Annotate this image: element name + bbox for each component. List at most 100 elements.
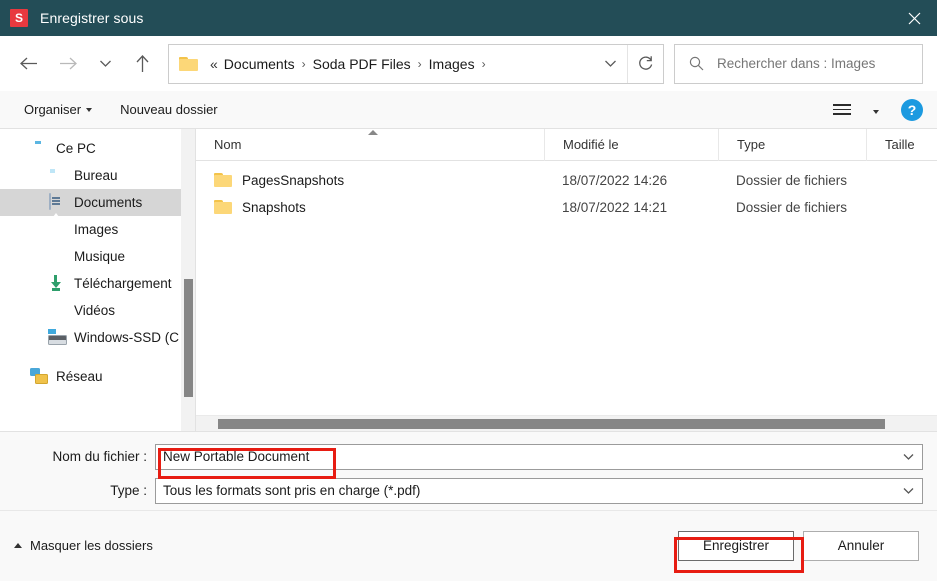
column-header-type[interactable]: Type — [718, 128, 866, 161]
save-button[interactable]: Enregistrer — [678, 530, 794, 561]
chevron-down-icon — [86, 107, 93, 112]
table-row[interactable]: Snapshots 18/07/2022 14:21 Dossier de fich… — [196, 194, 937, 221]
organize-label: Organiser — [24, 102, 82, 117]
save-form: Nom du fichier : New Portable Document T… — [0, 431, 937, 510]
search-box[interactable]: Rechercher dans : Images — [674, 43, 923, 84]
chevron-up-icon — [14, 543, 22, 549]
breadcrumb-item-images[interactable]: Images — [425, 53, 479, 75]
column-headers: Nom Modifié le Type Taille — [196, 128, 937, 161]
chevron-down-icon[interactable] — [593, 45, 627, 83]
table-row[interactable]: PagesSnapshots 18/07/2022 14:26 Dossier de… — [196, 167, 937, 194]
filename-input[interactable]: New Portable Document — [156, 449, 894, 464]
view-line — [833, 108, 851, 111]
documents-icon-glyph — [49, 193, 51, 210]
breadcrumb-separator-trailing[interactable]: › — [479, 57, 489, 71]
file-list-pane: Nom Modifié le Type Taille PagesSnapshot… — [195, 128, 937, 431]
sidebar-item-musique[interactable]: Musique — [0, 243, 195, 270]
desktop-icon — [48, 167, 65, 184]
videos-icon — [48, 302, 65, 319]
sidebar-item-bureau[interactable]: Bureau — [0, 162, 195, 189]
drive-icon — [48, 329, 65, 346]
sidebar-item-t-l-chargement[interactable]: Téléchargement — [0, 270, 195, 297]
sidebar-item-label: Documents — [74, 195, 143, 210]
search-input[interactable]: Rechercher dans : Images — [717, 56, 875, 71]
breadcrumb-separator[interactable]: › — [415, 57, 425, 71]
forward-arrow-icon[interactable] — [48, 46, 88, 82]
tree-group-gap — [0, 351, 195, 363]
organize-button[interactable]: Organiser — [18, 98, 98, 121]
folder-tree: Ce PC Bureau Documents Images Musique Télécha… — [0, 135, 195, 390]
new-folder-button[interactable]: Nouveau dossier — [114, 98, 224, 121]
sidebar-item-ce-pc[interactable]: Ce PC — [0, 135, 195, 162]
hide-folders-toggle[interactable]: Masquer les dossiers — [14, 538, 153, 553]
filetype-combobox[interactable]: Tous les formats sont pris en charge (*.… — [155, 477, 923, 504]
save-as-dialog: S Enregistrer sous « Documents › Soda PD… — [0, 0, 937, 581]
dialog-footer: Masquer les dossiers Enregistrer Annuler — [0, 509, 937, 581]
cell-name: PagesSnapshots — [196, 172, 544, 189]
column-header-taille[interactable]: Taille — [866, 128, 937, 161]
window-title: Enregistrer sous — [40, 10, 144, 26]
cell-modified: 18/07/2022 14:21 — [562, 200, 668, 215]
horizontal-scrollbar-thumb[interactable] — [218, 418, 885, 429]
column-header-modifie-le[interactable]: Modifié le — [544, 128, 718, 161]
back-arrow-icon[interactable] — [8, 46, 48, 82]
sidebar-scrollbar[interactable] — [181, 129, 195, 431]
filename-combobox[interactable]: New Portable Document — [155, 443, 923, 470]
sort-ascending-icon — [368, 129, 378, 135]
chevron-down-glyph — [873, 110, 879, 114]
column-header-nom[interactable]: Nom — [196, 129, 544, 161]
breadcrumb-separator[interactable]: › — [299, 57, 309, 71]
soda-pdf-app-icon: S — [10, 9, 28, 27]
folder-icon — [214, 172, 233, 189]
recent-locations-chevron-icon[interactable] — [88, 46, 122, 82]
pictures-icon — [48, 221, 65, 238]
cancel-button[interactable]: Annuler — [803, 530, 919, 561]
pc-icon — [30, 140, 47, 157]
dialog-content: Ce PC Bureau Documents Images Musique Télécha… — [0, 128, 937, 432]
navigation-bar: « Documents › Soda PDF Files › Images › — [0, 36, 937, 91]
sidebar-scrollbar-thumb[interactable] — [184, 279, 193, 397]
navigation-pane: Ce PC Bureau Documents Images Musique Télécha… — [0, 129, 195, 431]
folder-icon — [179, 56, 199, 72]
filetype-chevron-down-icon[interactable] — [894, 479, 922, 503]
file-list-horizontal-scrollbar[interactable] — [196, 414, 937, 431]
address-bar[interactable]: « Documents › Soda PDF Files › Images › — [168, 43, 664, 84]
cell-modified: 18/07/2022 14:26 — [562, 173, 668, 188]
music-icon — [48, 248, 65, 265]
close-icon[interactable] — [891, 0, 937, 36]
breadcrumb: « Documents › Soda PDF Files › Images › — [206, 53, 593, 75]
search-icon — [681, 56, 711, 71]
breadcrumb-item-documents[interactable]: Documents — [220, 53, 299, 75]
filetype-value[interactable]: Tous les formats sont pris en charge (*.… — [156, 483, 894, 498]
filename-row: Nom du fichier : New Portable Document — [0, 442, 923, 472]
sidebar-item-label: Vidéos — [74, 303, 116, 318]
new-folder-label: Nouveau dossier — [120, 102, 218, 117]
file-name-label: Snapshots — [242, 200, 306, 215]
breadcrumb-overflow[interactable]: « — [206, 53, 220, 75]
help-button[interactable]: ? — [901, 98, 923, 121]
column-header-nom-label: Nom — [214, 136, 242, 152]
sidebar-item-images[interactable]: Images — [0, 216, 195, 243]
sidebar-item-label: Téléchargement — [74, 276, 172, 291]
sidebar-item-label: Windows-SSD (C — [74, 330, 180, 345]
sidebar-item-label: Réseau — [56, 369, 103, 384]
cell-type: Dossier de fichiers — [736, 200, 848, 215]
filename-chevron-down-icon[interactable] — [894, 445, 922, 469]
view-line — [833, 113, 851, 115]
view-options-icon[interactable] — [833, 98, 859, 122]
view-options-chevron-down-icon[interactable] — [865, 96, 887, 123]
filename-label: Nom du fichier : — [52, 449, 147, 464]
hide-folders-label: Masquer les dossiers — [30, 538, 153, 554]
network-icon — [30, 368, 47, 385]
sidebar-item-r-seau[interactable]: Réseau — [0, 363, 195, 390]
refresh-icon[interactable] — [627, 44, 663, 83]
sidebar-item-label: Musique — [74, 249, 126, 264]
file-name-label: PagesSnapshots — [242, 173, 345, 188]
breadcrumb-item-soda-pdf-files[interactable]: Soda PDF Files — [309, 53, 415, 75]
sidebar-item-vid-os[interactable]: Vidéos — [0, 297, 195, 324]
up-arrow-icon[interactable] — [122, 46, 162, 82]
cell-name: Snapshots — [196, 199, 544, 216]
sidebar-item-windows-ssd-c[interactable]: Windows-SSD (C — [0, 324, 195, 351]
sidebar-item-documents[interactable]: Documents — [0, 189, 195, 216]
folder-icon — [214, 199, 233, 216]
